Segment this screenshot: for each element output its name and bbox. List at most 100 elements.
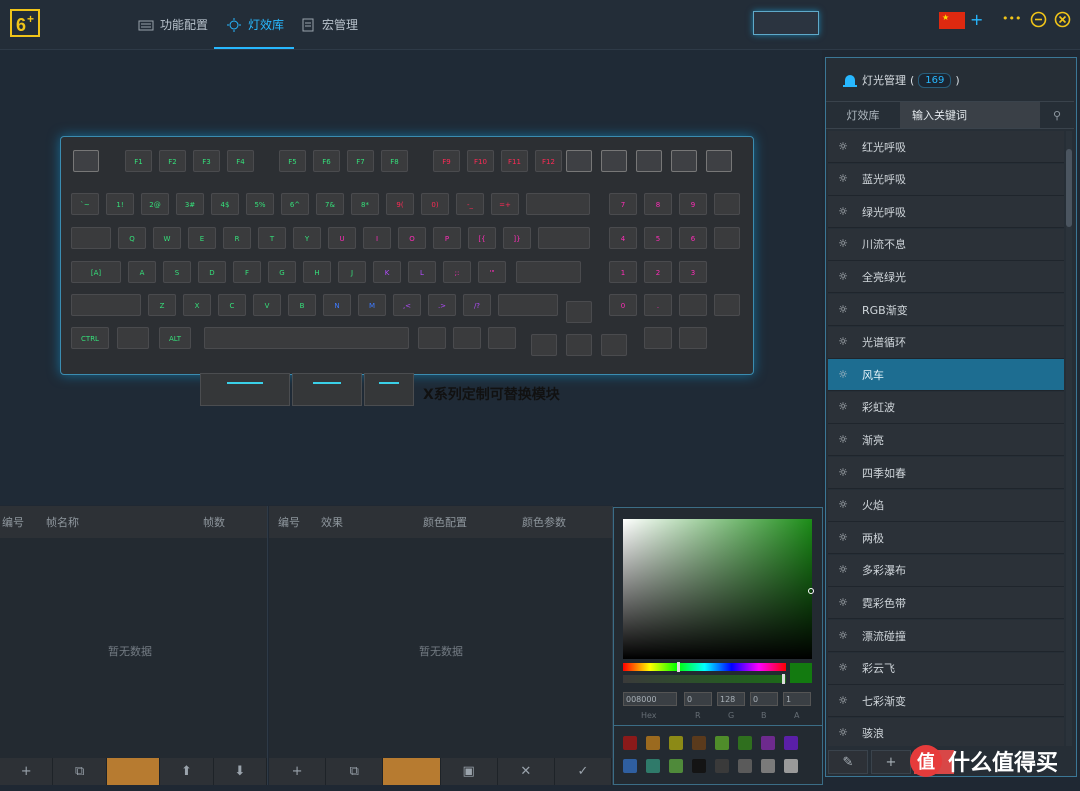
tab-macro-management[interactable]: 宏管理 xyxy=(300,0,358,49)
key-backslash[interactable] xyxy=(538,227,590,249)
color-swatch[interactable] xyxy=(738,736,752,750)
key-num-4[interactable]: 4$ xyxy=(211,193,239,215)
color-swatch[interactable] xyxy=(623,736,637,750)
picker-cursor[interactable] xyxy=(808,588,814,594)
key-z-3[interactable]: V xyxy=(253,294,281,316)
key-tab[interactable] xyxy=(71,227,111,249)
key-a-10[interactable]: '" xyxy=(478,261,506,283)
module-key-1[interactable] xyxy=(200,373,290,406)
key-a-5[interactable]: H xyxy=(303,261,331,283)
key-num-12[interactable]: =+ xyxy=(491,193,519,215)
tab-light-library[interactable]: 灯效库 xyxy=(826,102,900,128)
effect-list-item[interactable]: ☼ 红光呼吸 xyxy=(828,131,1064,163)
numpad-minus[interactable] xyxy=(714,193,740,215)
color-swatch[interactable] xyxy=(761,759,775,773)
key-down[interactable] xyxy=(566,334,592,356)
effect-list-item[interactable]: ☼ RGB渐变 xyxy=(828,294,1064,326)
key-a-4[interactable]: G xyxy=(268,261,296,283)
numpad-key-3[interactable]: 4 xyxy=(609,227,637,249)
key-num-11[interactable]: -_ xyxy=(456,193,484,215)
key-f1[interactable]: F1 xyxy=(125,150,152,172)
numpad-key-11[interactable] xyxy=(679,294,707,316)
key-z-0[interactable]: Z xyxy=(148,294,176,316)
effect-list-item[interactable]: ☼ 两极 xyxy=(828,522,1064,555)
saturation-value-area[interactable] xyxy=(623,519,812,659)
key-num-2[interactable]: 2@ xyxy=(141,193,169,215)
tab-function-config[interactable]: 功能配置 xyxy=(138,0,208,49)
key-5[interactable]: Y xyxy=(293,227,321,249)
hue-handle[interactable] xyxy=(677,662,680,672)
effect-list-item[interactable]: ☼ 彩虹波 xyxy=(828,391,1064,424)
edit-button[interactable]: ✎ xyxy=(828,750,868,774)
key-a-0[interactable]: A xyxy=(128,261,156,283)
key-f7[interactable]: F7 xyxy=(347,150,374,172)
color-swatch[interactable] xyxy=(715,736,729,750)
effect-list-item[interactable]: ☼ 全亮绿光 xyxy=(828,261,1064,294)
key-6[interactable]: U xyxy=(328,227,356,249)
scrollbar-thumb[interactable] xyxy=(1066,149,1072,227)
key-z-4[interactable]: B xyxy=(288,294,316,316)
confirm-button[interactable]: ✓ xyxy=(555,758,613,785)
effect-list-item[interactable]: ☼ 川流不息 xyxy=(828,228,1064,261)
effect-list-item[interactable]: ☼ 四季如春 xyxy=(828,457,1064,489)
key-num-5[interactable]: 5% xyxy=(246,193,274,215)
numpad-plus[interactable] xyxy=(714,227,740,249)
key-z-1[interactable]: X xyxy=(183,294,211,316)
device-thumbnail[interactable] xyxy=(753,11,819,35)
preview-button[interactable]: ▣ xyxy=(441,758,498,785)
key-num-10[interactable]: 0) xyxy=(421,193,449,215)
copy-effect-button[interactable]: ⧉ xyxy=(326,758,384,785)
effect-list-item[interactable]: ☼ 火焰 xyxy=(828,489,1064,522)
key-f8[interactable]: F8 xyxy=(381,150,408,172)
key-ctrl[interactable]: CTRL xyxy=(71,327,109,349)
effect-list-item[interactable]: ☼ 风车 xyxy=(828,359,1064,392)
numpad-enter[interactable] xyxy=(714,294,740,316)
key-f9[interactable]: F9 xyxy=(433,150,460,172)
color-swatch[interactable] xyxy=(692,736,706,750)
a-input[interactable]: 1 xyxy=(783,692,811,706)
numpad-key-1[interactable]: 8 xyxy=(644,193,672,215)
key-fx-4[interactable] xyxy=(671,150,697,172)
key-enter[interactable] xyxy=(516,261,581,283)
key-ralt[interactable] xyxy=(418,327,446,349)
key-fx-5[interactable] xyxy=(706,150,732,172)
numpad-key-8[interactable]: 3 xyxy=(679,261,707,283)
effect-list-item[interactable]: ☼ 霓彩色带 xyxy=(828,587,1064,620)
add-device-icon[interactable]: + xyxy=(970,10,983,29)
color-swatch[interactable] xyxy=(669,759,683,773)
key-alt[interactable]: ALT xyxy=(159,327,191,349)
color-swatch[interactable] xyxy=(646,736,660,750)
key-z-6[interactable]: M xyxy=(358,294,386,316)
g-input[interactable]: 128 xyxy=(717,692,745,706)
key-esc-fx[interactable] xyxy=(73,150,99,172)
color-swatch[interactable] xyxy=(646,759,660,773)
key-left[interactable] xyxy=(531,334,557,356)
key-z-9[interactable]: /? xyxy=(463,294,491,316)
color-swatch[interactable] xyxy=(623,759,637,773)
key-z-8[interactable]: .> xyxy=(428,294,456,316)
list-scrollbar[interactable] xyxy=(1066,131,1072,746)
search-input[interactable]: 输入关键词 xyxy=(900,102,1040,128)
numpad-key-5[interactable]: 6 xyxy=(679,227,707,249)
key-fx-1[interactable] xyxy=(566,150,592,172)
effect-list-item[interactable]: ☼ 多彩瀑布 xyxy=(828,554,1064,587)
key-3[interactable]: R xyxy=(223,227,251,249)
key-z-2[interactable]: C xyxy=(218,294,246,316)
key-1[interactable]: W xyxy=(153,227,181,249)
numpad-key-9[interactable]: 0 xyxy=(609,294,637,316)
key-a-3[interactable]: F xyxy=(233,261,261,283)
key-f4[interactable]: F4 xyxy=(227,150,254,172)
key-a-2[interactable]: D xyxy=(198,261,226,283)
more-icon[interactable]: ••• xyxy=(1002,12,1021,25)
key-f3[interactable]: F3 xyxy=(193,150,220,172)
key-a-9[interactable]: ;: xyxy=(443,261,471,283)
close-icon[interactable] xyxy=(1054,11,1071,28)
module-key-2[interactable] xyxy=(292,373,362,406)
key-f12[interactable]: F12 xyxy=(535,150,562,172)
key-fx-2[interactable] xyxy=(601,150,627,172)
key-num-7[interactable]: 7& xyxy=(316,193,344,215)
effect-list-item[interactable]: ☼ 蓝光呼吸 xyxy=(828,163,1064,196)
key-11[interactable]: ]} xyxy=(503,227,531,249)
color-swatch[interactable] xyxy=(761,736,775,750)
hue-slider[interactable] xyxy=(623,663,786,671)
